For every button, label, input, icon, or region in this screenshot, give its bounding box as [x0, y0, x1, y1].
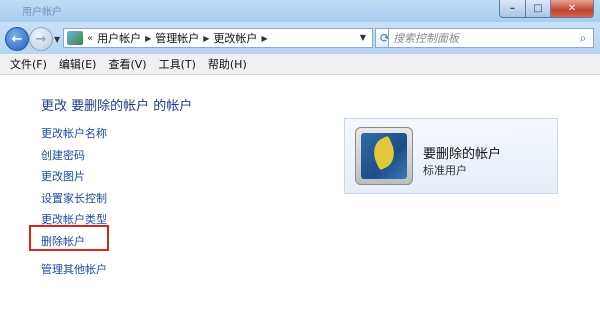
- chevron-right-icon[interactable]: ▶: [145, 34, 151, 43]
- arrow-right-icon: →: [35, 31, 47, 47]
- leaf-icon: [368, 135, 400, 171]
- window-controls: – □ ✕: [499, 0, 594, 18]
- navigation-bar: ← → ▼ « 用户帐户 ▶ 管理帐户 ▶ 更改帐户 ▶ ▼ ⟳ 搜索控制面板 …: [0, 22, 600, 54]
- maximize-button[interactable]: □: [526, 0, 551, 18]
- user-type: 标准用户: [423, 164, 467, 177]
- breadcrumb-user-accounts[interactable]: 用户帐户: [97, 30, 141, 46]
- recent-pages-dropdown[interactable]: ▼: [54, 35, 60, 44]
- link-change-picture[interactable]: 更改图片: [41, 168, 85, 184]
- address-bar[interactable]: « 用户帐户 ▶ 管理帐户 ▶ 更改帐户 ▶ ▼: [63, 28, 373, 48]
- user-card: 要删除的帐户 标准用户: [344, 118, 558, 194]
- search-box[interactable]: 搜索控制面板 ⌕: [388, 28, 594, 48]
- link-change-account-name[interactable]: 更改帐户名称: [41, 125, 107, 141]
- window-title: 用户帐户: [22, 7, 62, 18]
- close-button[interactable]: ✕: [551, 0, 594, 18]
- search-input[interactable]: 搜索控制面板: [393, 30, 573, 46]
- title-bar: 用户帐户 – □ ✕: [0, 0, 600, 22]
- link-parental-controls[interactable]: 设置家长控制: [41, 190, 107, 206]
- menu-help[interactable]: 帮助(H): [202, 56, 253, 72]
- breadcrumb-manage-accounts[interactable]: 管理帐户: [155, 30, 199, 46]
- content-pane: 更改 要删除的帐户 的帐户 更改帐户名称 创建密码 更改图片 设置家长控制 更改…: [0, 75, 600, 328]
- link-create-password[interactable]: 创建密码: [41, 147, 85, 163]
- menu-view[interactable]: 查看(V): [102, 56, 152, 72]
- avatar: [361, 133, 407, 179]
- chevron-right-icon[interactable]: ▶: [203, 34, 209, 43]
- menu-bar: 文件(F) 编辑(E) 查看(V) 工具(T) 帮助(H): [0, 54, 600, 75]
- menu-file[interactable]: 文件(F): [4, 56, 53, 72]
- chevron-right-icon[interactable]: ▶: [261, 34, 267, 43]
- user-name: 要删除的帐户: [423, 147, 502, 162]
- minimize-button[interactable]: –: [499, 0, 526, 18]
- link-manage-other-accounts[interactable]: 管理其他帐户: [41, 261, 107, 277]
- breadcrumb-overflow[interactable]: «: [87, 33, 93, 44]
- highlight-box: [29, 225, 109, 251]
- search-icon[interactable]: ⌕: [573, 31, 593, 46]
- avatar-frame: [355, 127, 413, 185]
- arrow-left-icon: ←: [11, 31, 23, 47]
- menu-tools[interactable]: 工具(T): [153, 56, 202, 72]
- breadcrumb-change-account[interactable]: 更改帐户: [213, 30, 257, 46]
- forward-button[interactable]: →: [29, 27, 53, 51]
- address-dropdown[interactable]: ▼: [360, 33, 366, 42]
- menu-edit[interactable]: 编辑(E): [53, 56, 103, 72]
- control-panel-icon: [67, 31, 83, 45]
- back-button[interactable]: ←: [5, 27, 29, 51]
- page-title: 更改 要删除的帐户 的帐户: [41, 99, 193, 114]
